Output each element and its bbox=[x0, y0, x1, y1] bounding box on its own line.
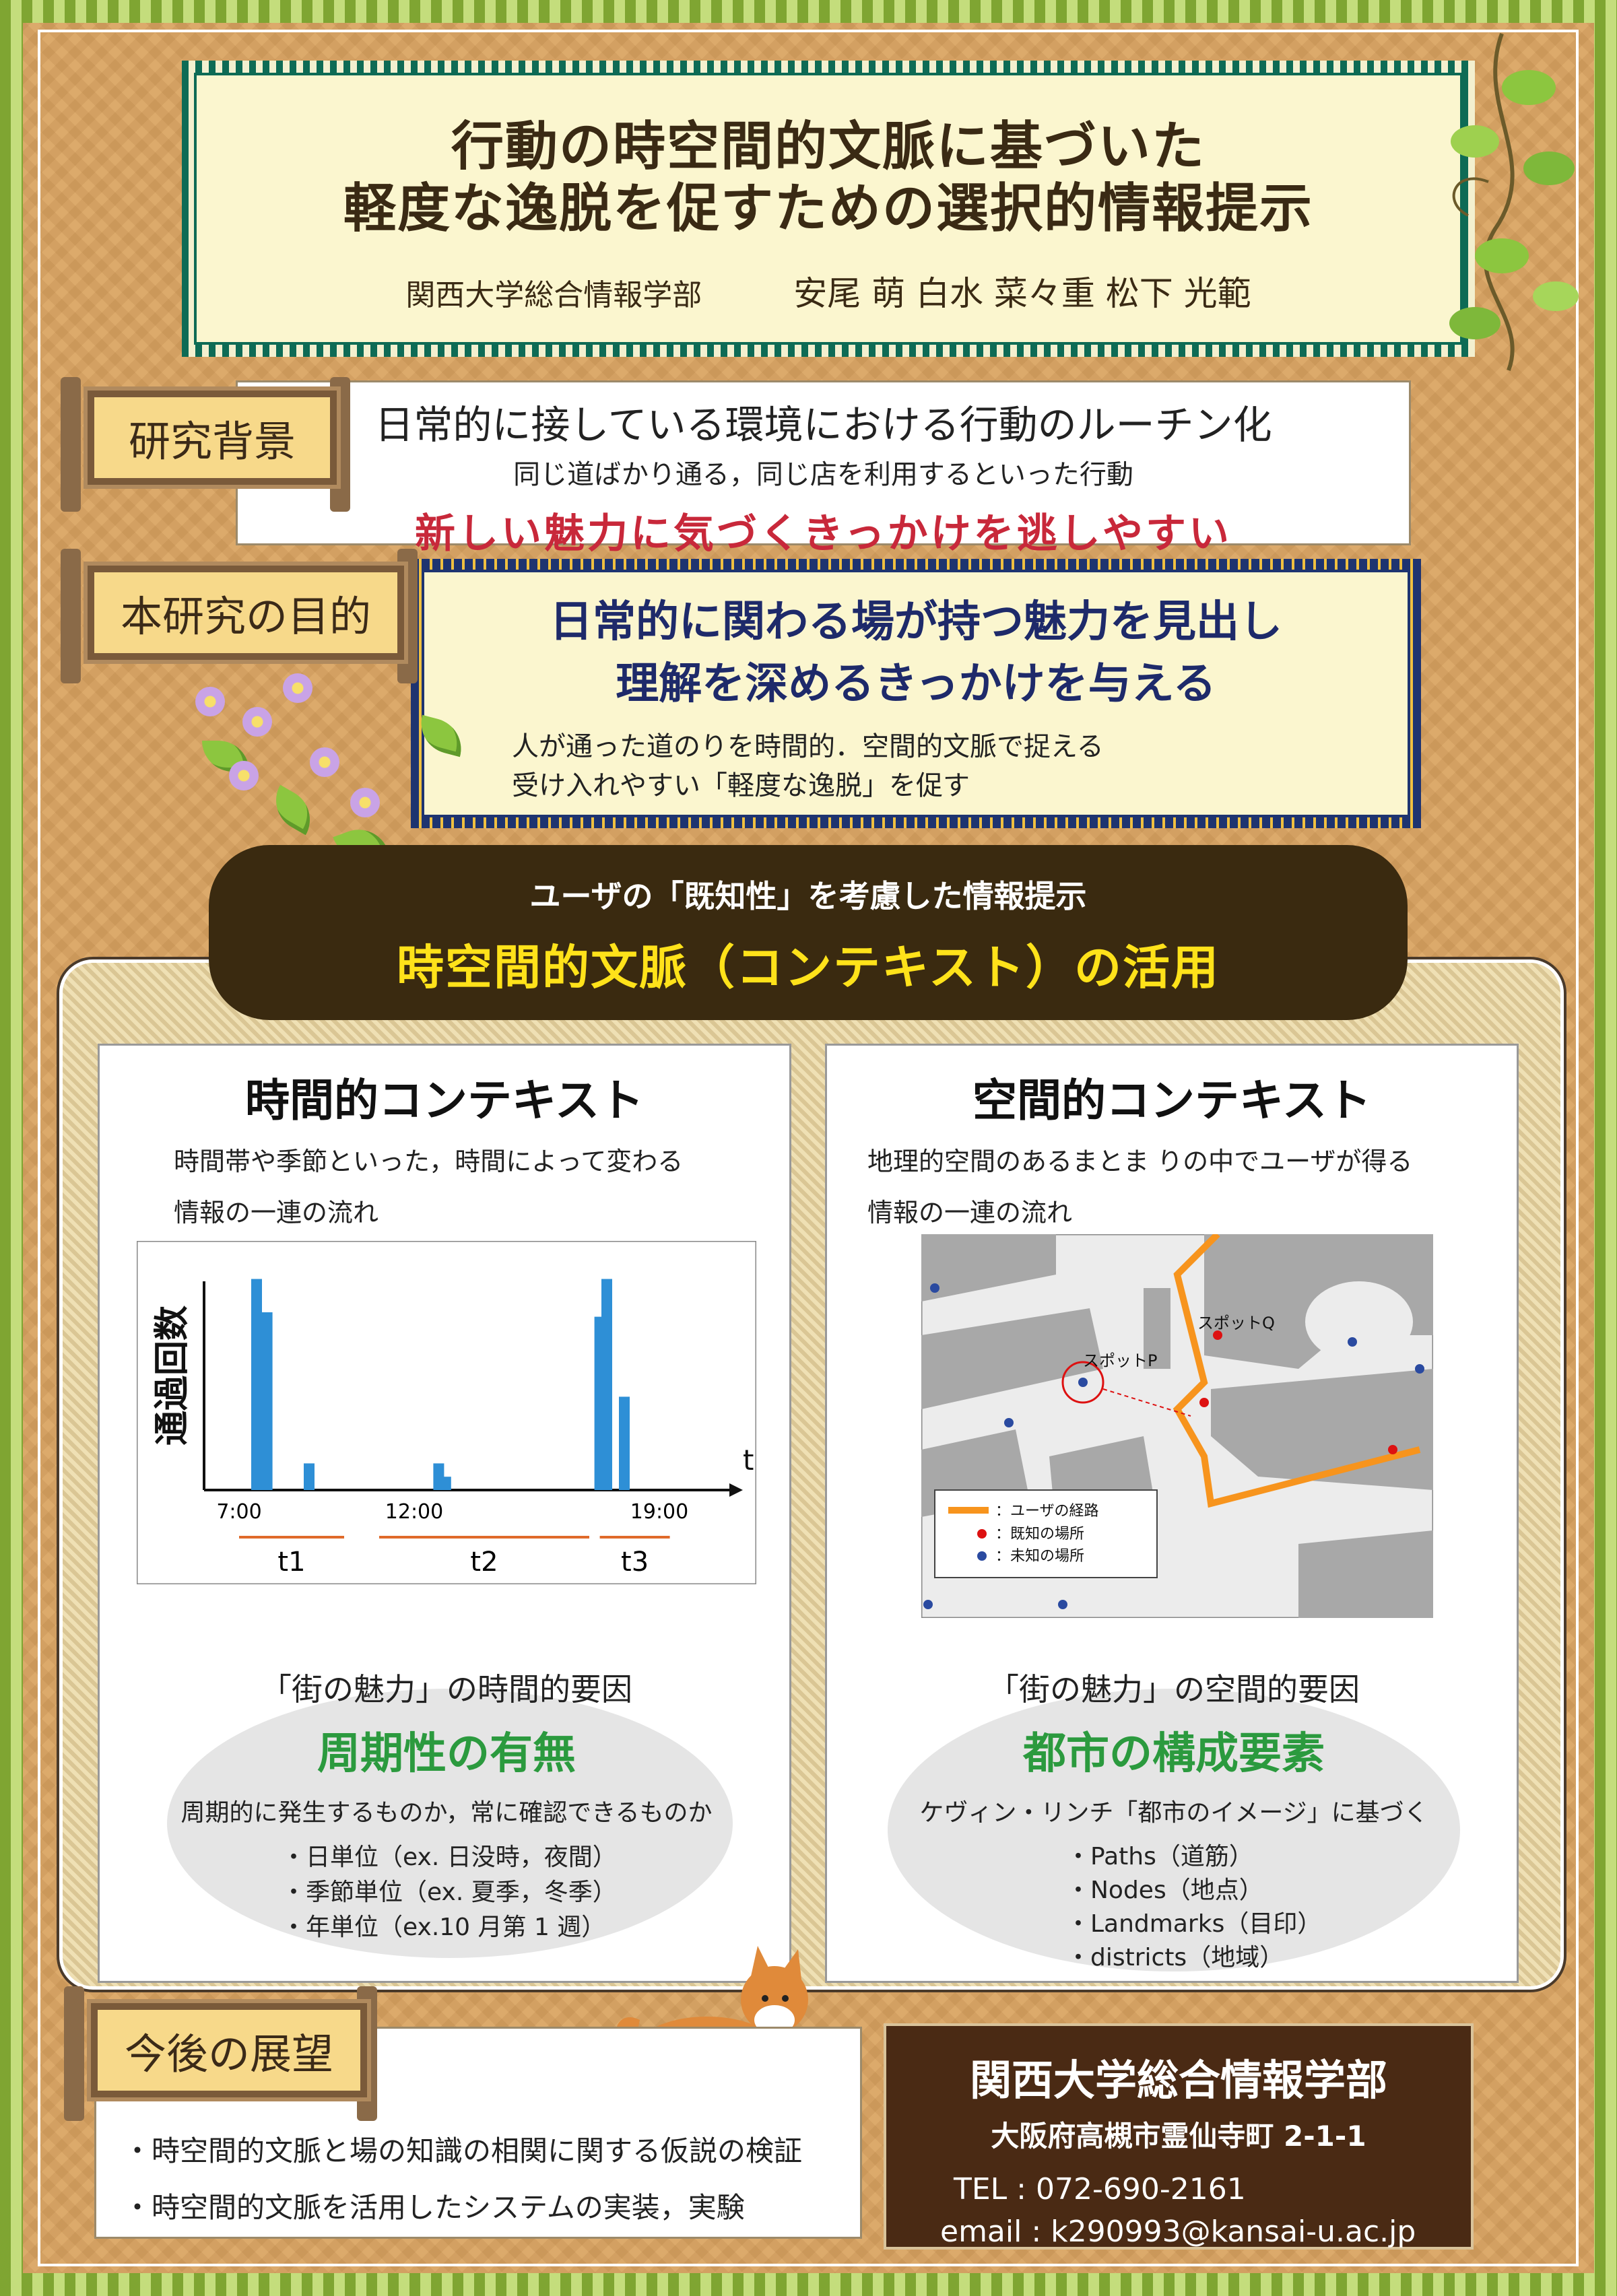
chart-bar bbox=[304, 1463, 315, 1490]
spatial-item: ・Paths（道筋） bbox=[1066, 1843, 1253, 1870]
interval-label: t3 bbox=[621, 1547, 649, 1578]
spatial-factor: 「街の魅力」の空間的要因 bbox=[988, 1671, 1360, 1708]
temporal-desc-2: 情報の一連の流れ bbox=[174, 1198, 379, 1227]
unknown-place bbox=[1348, 1337, 1357, 1347]
title-box: 行動の時空間的文脈に基づいた 軽度な逸脱を促すための選択的情報提示 関西大学総合… bbox=[182, 61, 1475, 357]
chart-ylabel: 通過回数 bbox=[152, 1306, 193, 1446]
spatial-map: スポットP スポットQ ：ユーザの経路 ：既知の場所 ：未知の場所 bbox=[921, 1234, 1433, 1618]
affiliation: 関西大学総合情報学部 bbox=[405, 278, 702, 312]
temporal-title: 時間的コンテキスト bbox=[244, 1075, 645, 1126]
unknown-place bbox=[1004, 1418, 1014, 1427]
map-building bbox=[1298, 1530, 1433, 1618]
purpose-label: 本研究の目的 bbox=[88, 566, 404, 660]
spot-p-label: スポットP bbox=[1083, 1351, 1157, 1370]
chart-x-tick: 19:00 bbox=[630, 1500, 688, 1524]
background-label: 研究背景 bbox=[88, 391, 337, 485]
title-inner: 行動の時空間的文脈に基づいた 軽度な逸脱を促すための選択的情報提示 関西大学総合… bbox=[194, 73, 1463, 345]
temporal-note: 周期的に発生するものか，常に確認できるものか bbox=[180, 1799, 713, 1827]
background-line-1: 日常的に接している環境における行動のルーチン化 bbox=[374, 402, 1272, 448]
purpose-box: 日常的に関わる場が持つ魅力を見出し 理解を深めるきっかけを与える 人が通った道の… bbox=[411, 559, 1421, 828]
future-label: 今後の展望 bbox=[91, 2003, 367, 2097]
temporal-item: ・年単位（ex.10 月第 1 週） bbox=[282, 1914, 606, 1941]
purpose-line-1: 日常的に関わる場が持つ魅力を見出し bbox=[550, 597, 1282, 647]
unknown-place bbox=[1078, 1378, 1088, 1387]
temporal-desc-1: 時間帯や季節といった，時間によって変わる bbox=[174, 1147, 684, 1176]
temporal-panel: 時間的コンテキスト 時間帯や季節といった，時間によって変わる 情報の一連の流れ … bbox=[98, 1044, 791, 1983]
legend-unknown: ：未知の場所 bbox=[995, 1548, 1084, 1565]
spatial-heading: 都市の構成要素 bbox=[1023, 1729, 1325, 1779]
known-place bbox=[1388, 1445, 1397, 1454]
temporal-factor: 「街の魅力」の時間的要因 bbox=[261, 1671, 632, 1708]
future-items: ・時空間的文脈と場の知識の相関に関する仮説の検証 ・時空間的文脈を活用したシステ… bbox=[123, 2123, 802, 2236]
interval-label: t2 bbox=[470, 1547, 498, 1578]
chart-x-tick: 7:00 bbox=[216, 1500, 261, 1524]
spatial-note: ケヴィン・リンチ「都市のイメージ」に基づく bbox=[919, 1799, 1428, 1827]
legend-known-swatch bbox=[977, 1529, 987, 1539]
banner-sub: ユーザの「既知性」を考慮した情報提示 bbox=[529, 878, 1087, 914]
banner-main: 時空間的文脈（コンテキスト）の活用 bbox=[397, 940, 1220, 995]
spatial-title: 空間的コンテキスト bbox=[972, 1075, 1372, 1126]
chart-frame bbox=[137, 1241, 756, 1584]
context-banner: ユーザの「既知性」を考慮した情報提示 時空間的文脈（コンテキスト）の活用 bbox=[209, 845, 1408, 1020]
spatial-panel: 空間的コンテキスト 地理的空間のあるまとま りの中でユーザが得る 情報の一連の流… bbox=[825, 1044, 1519, 1983]
interval-label: t1 bbox=[277, 1547, 305, 1578]
purpose-line-3: 人が通った道のりを時間的．空間的文脈で捉える bbox=[512, 731, 1104, 762]
future-item: ・時空間的文脈を活用したシステムの実装，実験 bbox=[123, 2191, 745, 2224]
spatial-items: ・Paths（道筋） ・Nodes（地点） ・Landmarks（目印） ・di… bbox=[1066, 1840, 1321, 1975]
spatial-desc-1: 地理的空間のあるまとま りの中でユーザが得る bbox=[867, 1147, 1413, 1176]
legend-known: ：既知の場所 bbox=[995, 1526, 1084, 1543]
authors: 安尾 萌 白水 菜々重 松下 光範 bbox=[793, 274, 1251, 313]
spatial-item: ・Nodes（地点） bbox=[1066, 1877, 1263, 1904]
spatial-item: ・Landmarks（目印） bbox=[1066, 1910, 1322, 1938]
chart-bar bbox=[251, 1279, 262, 1490]
spatial-item: ・districts（地域） bbox=[1066, 1944, 1284, 1971]
background-line-2: 同じ道ばかり通る，同じ店を利用するといった行動 bbox=[513, 459, 1133, 490]
contact-email: email : k290993@kansai-u.ac.jp bbox=[940, 2215, 1416, 2249]
unknown-place bbox=[1415, 1364, 1424, 1374]
purpose-line-4: 受け入れやすい「軽度な逸脱」を促す bbox=[512, 770, 970, 801]
spot-q-label: スポットQ bbox=[1197, 1314, 1275, 1332]
chart-bar bbox=[261, 1312, 273, 1490]
future-item: ・時空間的文脈と場の知識の相関に関する仮説の検証 bbox=[123, 2134, 803, 2167]
unknown-place bbox=[923, 1600, 933, 1609]
unknown-place bbox=[930, 1283, 939, 1293]
title-line-2: 軽度な逸脱を促すための選択的情報提示 bbox=[343, 178, 1313, 239]
purpose-line-2: 理解を深めるきっかけを与える bbox=[616, 659, 1216, 709]
legend-unknown-swatch bbox=[977, 1551, 987, 1561]
contact-tel: TEL : 072-690-2161 bbox=[954, 2172, 1246, 2206]
purpose-inner: 日常的に関わる場が持つ魅力を見出し 理解を深めるきっかけを与える 人が通った道の… bbox=[422, 570, 1410, 817]
contact-address: 大阪府高槻市霊仙寺町 2-1-1 bbox=[991, 2120, 1366, 2153]
known-place bbox=[1199, 1398, 1209, 1407]
legend-route: ：ユーザの経路 bbox=[995, 1503, 1099, 1520]
plank-left-3 bbox=[64, 1986, 84, 2121]
chart-x-tick: 12:00 bbox=[385, 1500, 443, 1524]
contact-box: 関西大学総合情報学部 大阪府高槻市霊仙寺町 2-1-1 TEL : 072-69… bbox=[884, 2023, 1474, 2250]
unknown-place bbox=[1058, 1600, 1067, 1609]
background-box: 日常的に接している環境における行動のルーチン化 同じ道ばかり通る，同じ店を利用す… bbox=[236, 380, 1411, 558]
chart-bar bbox=[619, 1396, 630, 1490]
map-plaza bbox=[1305, 1281, 1413, 1362]
temporal-heading: 周期性の有無 bbox=[317, 1729, 576, 1779]
vine-decoration bbox=[1449, 32, 1579, 372]
chart-bar bbox=[601, 1279, 612, 1490]
author-line: 関西大学総合情報学部 安尾 萌 白水 菜々重 松下 光範 bbox=[197, 267, 1460, 315]
temporal-item: ・日単位（ex. 日没時，夜間） bbox=[282, 1844, 617, 1871]
passage-count-chart: 通過回数 t 7:00 12:00 19:00 t1 t2 t3 bbox=[137, 1241, 756, 1584]
title-line-1: 行動の時空間的文脈に基づいた bbox=[451, 116, 1206, 177]
chart-xlabel: t bbox=[743, 1444, 754, 1477]
temporal-item: ・季節単位（ex. 夏季，冬季） bbox=[282, 1879, 617, 1906]
plank-left bbox=[61, 377, 81, 512]
plank-left-2 bbox=[61, 549, 81, 683]
spatial-desc-2: 情報の一連の流れ bbox=[867, 1198, 1073, 1227]
chart-bar bbox=[440, 1477, 451, 1490]
contact-org: 関西大学総合情報学部 bbox=[969, 2056, 1387, 2105]
temporal-items: ・日単位（ex. 日没時，夜間） ・季節単位（ex. 夏季，冬季） ・年単位（e… bbox=[282, 1840, 617, 1945]
